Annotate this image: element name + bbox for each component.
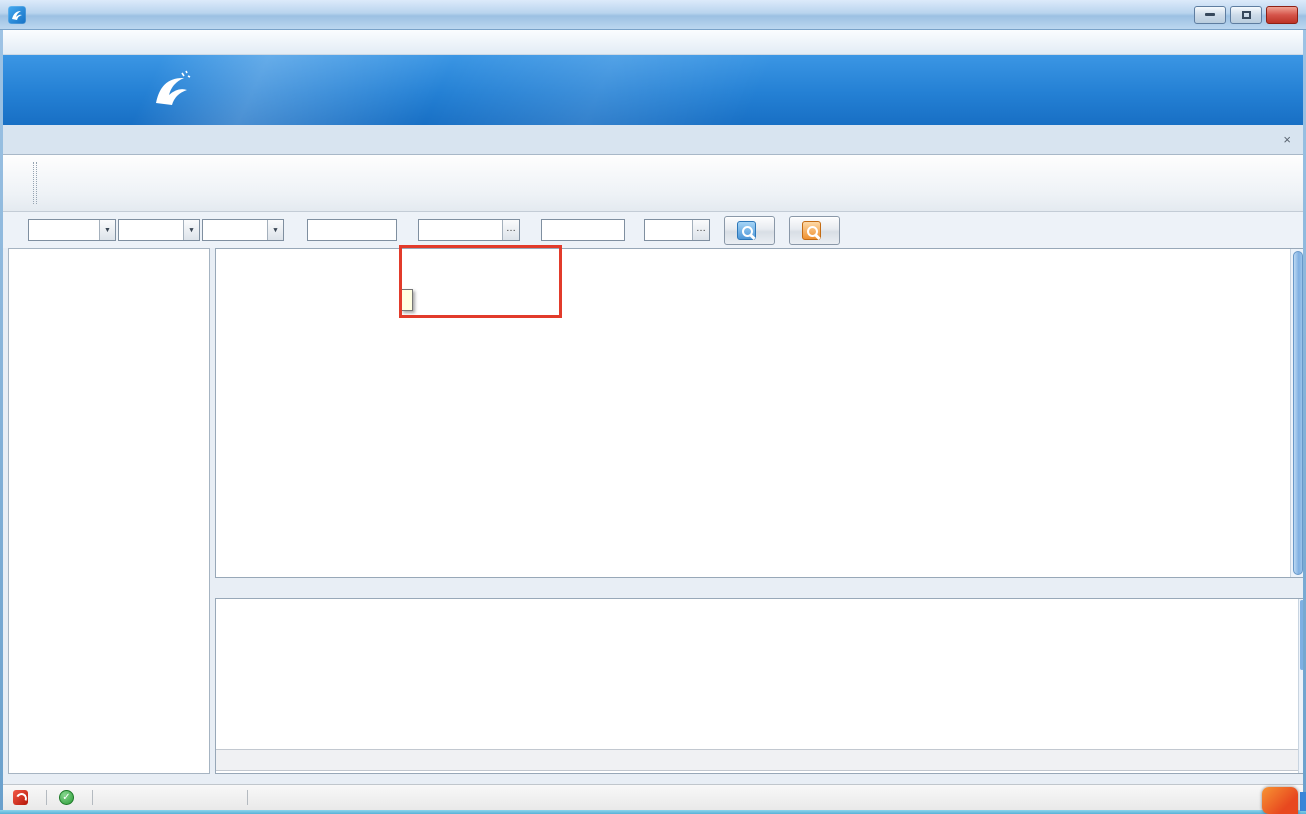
banner (3, 55, 1303, 125)
tab-bar (3, 125, 1303, 155)
mark-column-tooltip (401, 289, 413, 311)
statusbar-divider (247, 790, 248, 805)
date-from-select[interactable] (118, 219, 200, 241)
app-root: { "window": { "title": "信管飞送货单软件 V9.2.40… (0, 0, 1306, 814)
sidebar-tree-panel (8, 248, 210, 774)
toolbar-grip[interactable] (33, 162, 37, 204)
toolbar (3, 155, 1303, 212)
minimize-icon (1205, 13, 1215, 16)
customer-input-group (418, 219, 520, 241)
search-button[interactable] (724, 216, 775, 245)
detail-summary (216, 749, 1298, 771)
advanced-search-icon (802, 221, 821, 240)
window-controls (1194, 6, 1298, 24)
ellipsis-picker-icon[interactable] (692, 220, 709, 240)
filter-bar (3, 212, 1303, 248)
close-tab-icon[interactable] (1283, 132, 1291, 147)
ellipsis-picker-icon[interactable] (502, 220, 519, 240)
order-input[interactable] (541, 219, 625, 241)
menu-bar (3, 30, 1303, 55)
window-border-bottom (0, 810, 1306, 814)
connection-ok-icon (59, 790, 74, 805)
orders-grid (215, 248, 1306, 578)
title-bar (0, 0, 1306, 30)
chevron-down-icon[interactable] (183, 220, 199, 240)
chevron-down-icon[interactable] (267, 220, 283, 240)
salesman-input[interactable] (645, 220, 692, 240)
app-center-icon (13, 790, 28, 805)
search-icon (737, 221, 756, 240)
doc-no-input[interactable] (307, 219, 397, 241)
salesman-input-group (644, 219, 710, 241)
maximize-icon (1242, 11, 1251, 19)
customer-input[interactable] (419, 220, 502, 240)
window-border-left (0, 30, 3, 810)
advanced-search-button[interactable] (789, 216, 840, 245)
grid-header (216, 249, 1305, 273)
chevron-down-icon[interactable] (99, 220, 115, 240)
detail-label-band (215, 578, 1306, 598)
minimize-button[interactable] (1194, 6, 1226, 24)
maximize-button[interactable] (1230, 6, 1262, 24)
app-logo-icon (8, 6, 26, 24)
ime-badge[interactable] (1262, 787, 1298, 814)
statusbar-divider (46, 790, 47, 805)
brand-bird-icon (148, 67, 194, 113)
detail-grid (215, 598, 1306, 774)
brand-logo (148, 67, 220, 113)
date-range-select[interactable] (28, 219, 116, 241)
status-bar (3, 784, 1303, 810)
close-button[interactable] (1266, 6, 1298, 24)
detail-header (216, 599, 1305, 623)
statusbar-divider (92, 790, 93, 805)
date-to-select[interactable] (202, 219, 284, 241)
ime-toolbar-fragment (1300, 792, 1306, 811)
scrollbar-thumb[interactable] (1293, 251, 1303, 575)
